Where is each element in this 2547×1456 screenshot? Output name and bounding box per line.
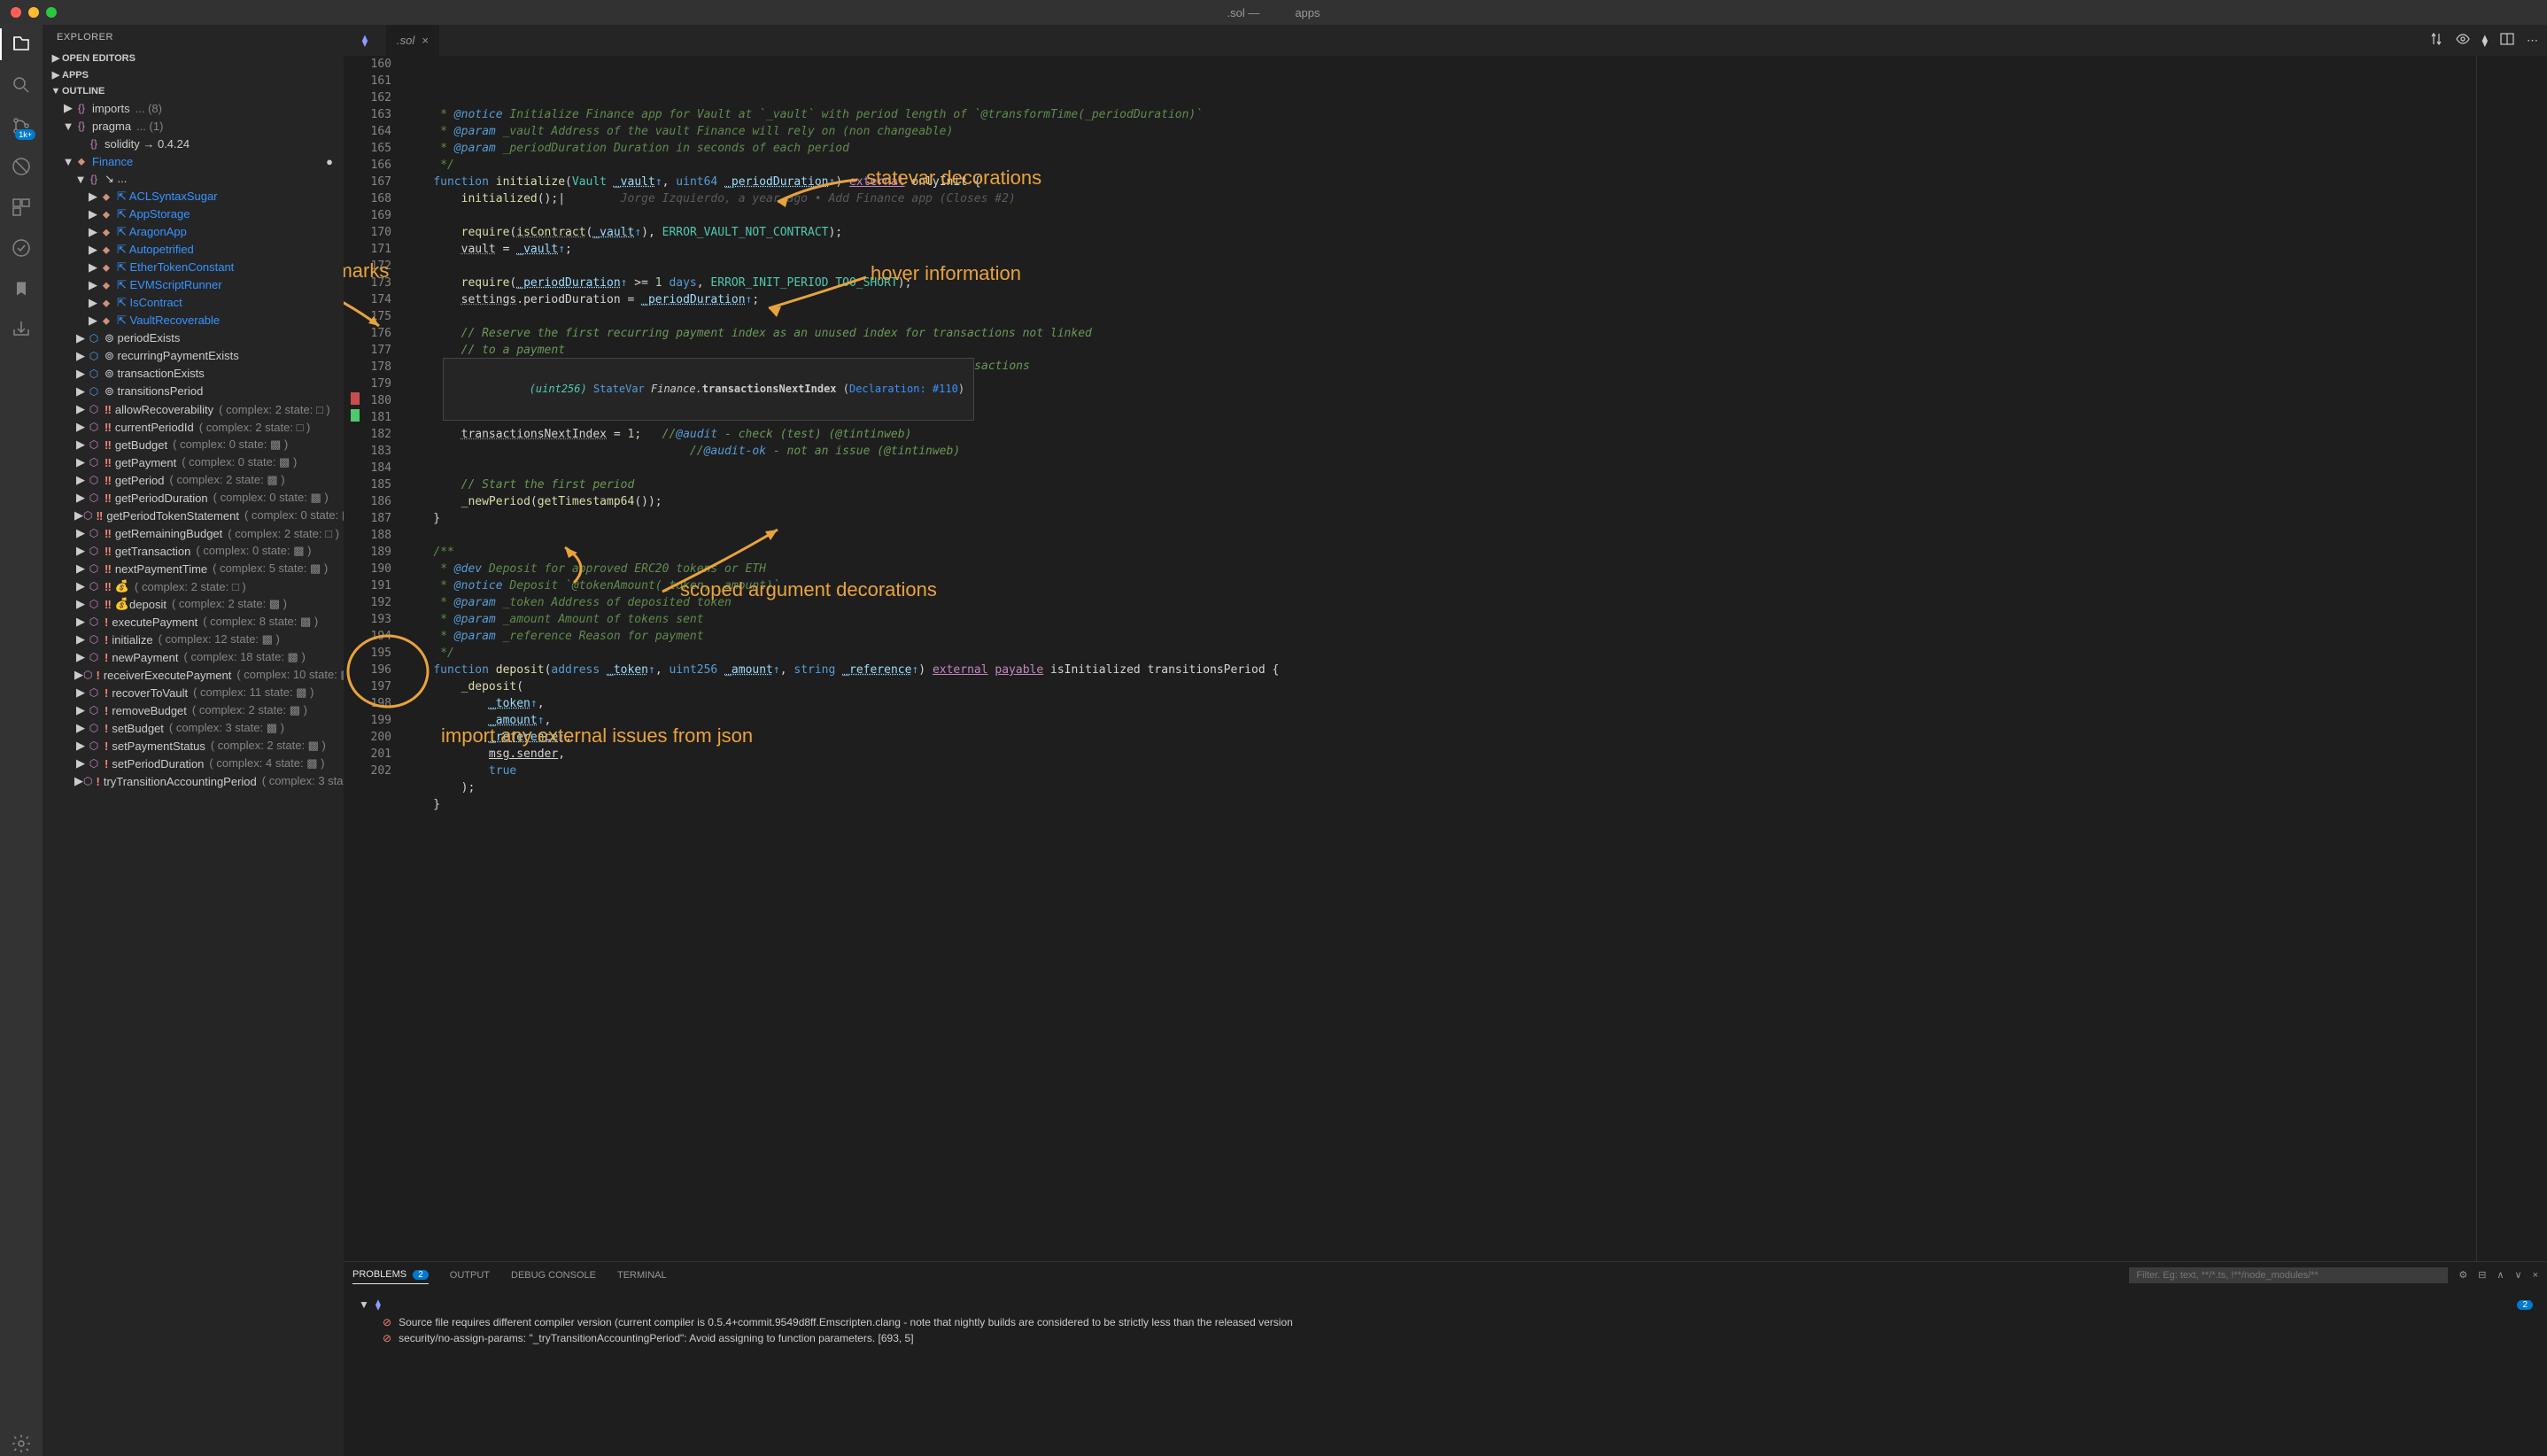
settings-gear-icon[interactable] bbox=[9, 1431, 34, 1456]
debug-icon[interactable] bbox=[9, 154, 34, 179]
outline-item[interactable]: ▶⬡‼getTransaction( complex: 0 state: ▩ ) bbox=[43, 542, 344, 560]
outline-item[interactable]: ▶⬥⇱ Autopetrified bbox=[43, 241, 344, 259]
problem-item[interactable]: ⊘Source file requires different compiler… bbox=[358, 1314, 2533, 1330]
outline-item[interactable]: ▶⬡!removeBudget( complex: 2 state: ▩ ) bbox=[43, 701, 344, 719]
outline-section[interactable]: ▼OUTLINE bbox=[43, 83, 344, 99]
close-panel-icon[interactable]: × bbox=[2533, 1270, 2538, 1281]
outline-item[interactable]: ▶⬡‼getPayment( complex: 0 state: ▩ ) bbox=[43, 453, 344, 471]
outline-item[interactable]: ▶⬡!executePayment( complex: 8 state: ▩ ) bbox=[43, 613, 344, 631]
outline-item[interactable]: ▶⬡‼getPeriodTokenStatement( complex: 0 s… bbox=[43, 507, 344, 524]
outline-item[interactable]: ▼⬥Finance● bbox=[43, 152, 344, 170]
outline-item[interactable]: ▶⬥⇱ AragonApp bbox=[43, 223, 344, 241]
more-icon[interactable]: ⋯ bbox=[2527, 34, 2538, 48]
extensions-icon[interactable] bbox=[9, 195, 34, 220]
tab-terminal[interactable]: TERMINAL bbox=[617, 1266, 667, 1284]
problem-item[interactable]: ⊘security/no-assign-params: "_tryTransit… bbox=[358, 1330, 2533, 1346]
outline-item[interactable]: ▼{}↘ ... bbox=[43, 170, 344, 188]
bookmarks-icon[interactable] bbox=[9, 276, 34, 301]
outline-item[interactable]: ▶⬡‼allowRecoverability( complex: 2 state… bbox=[43, 400, 344, 418]
outline-item[interactable]: ▶⬡⊚ periodExists bbox=[43, 329, 344, 347]
outline-item[interactable]: ▶⬡‼getRemainingBudget( complex: 2 state:… bbox=[43, 524, 344, 542]
source-control-icon[interactable]: 1k+ bbox=[9, 113, 34, 138]
test-icon[interactable] bbox=[9, 236, 34, 260]
outline-item[interactable]: ▶⬡!setBudget( complex: 3 state: ▩ ) bbox=[43, 719, 344, 737]
search-icon[interactable] bbox=[9, 73, 34, 97]
chevron-up-icon[interactable]: ∧ bbox=[2497, 1269, 2504, 1281]
editor-area: ⧫ .sol × ⧫ ⋯ 160161162163164165166167168… bbox=[344, 25, 2547, 1456]
gutter: 1601611621631641651661671681691701711721… bbox=[344, 56, 406, 1261]
apps-section[interactable]: ▶APPS bbox=[43, 66, 344, 83]
sidebar: EXPLORER ▶OPEN EDITORS ▶APPS ▼OUTLINE ▶{… bbox=[43, 25, 344, 1456]
sidebar-title: EXPLORER bbox=[43, 25, 344, 50]
outline-item[interactable]: ▶⬥⇱ IsContract bbox=[43, 294, 344, 312]
tab-sol[interactable]: .sol × bbox=[386, 25, 439, 56]
outline-item[interactable]: ▶⬡!newPayment( complex: 18 state: ▩ ) bbox=[43, 648, 344, 666]
outline-item[interactable]: ▶⬥⇱ EVMScriptRunner bbox=[43, 276, 344, 294]
outline-item[interactable]: ▶⬡!setPeriodDuration( complex: 4 state: … bbox=[43, 755, 344, 772]
minimize-window[interactable] bbox=[28, 7, 39, 18]
gear-icon[interactable]: ⚙ bbox=[2458, 1269, 2467, 1281]
outline-item[interactable]: ▶⬡!initialize( complex: 12 state: ▩ ) bbox=[43, 631, 344, 648]
split-icon[interactable] bbox=[2500, 32, 2514, 49]
outline-item[interactable]: ▶⬡⊚ transactionExists bbox=[43, 365, 344, 383]
problems-filter-input[interactable] bbox=[2129, 1267, 2448, 1283]
outline-item[interactable]: ▶⬡‼getPeriodDuration( complex: 0 state: … bbox=[43, 489, 344, 507]
maximize-window[interactable] bbox=[46, 7, 57, 18]
explorer-icon[interactable] bbox=[9, 32, 34, 57]
close-window[interactable] bbox=[11, 7, 21, 18]
hover-tooltip: (uint256) StateVar Finance.transactionsN… bbox=[443, 358, 974, 421]
outline-item[interactable]: ▶⬥⇱ VaultRecoverable bbox=[43, 312, 344, 329]
outline-item[interactable]: ▼{}pragma... (1) bbox=[43, 117, 344, 135]
tab-label: .sol bbox=[397, 34, 414, 47]
outline-item[interactable]: ▶⬡!recoverToVault( complex: 11 state: ▩ … bbox=[43, 684, 344, 701]
problems-panel: PROBLEMS 2 OUTPUT DEBUG CONSOLE TERMINAL… bbox=[344, 1261, 2547, 1456]
outline-item[interactable]: ▶⬡‼nextPaymentTime( complex: 5 state: ▩ … bbox=[43, 560, 344, 577]
window-title: .sol — apps bbox=[1227, 6, 1320, 19]
tab-bar: ⧫ .sol × ⧫ ⋯ bbox=[344, 25, 2547, 56]
traffic-lights bbox=[11, 7, 57, 18]
collapse-icon[interactable]: ⊟ bbox=[2478, 1269, 2486, 1281]
problem-file[interactable]: ▼⧫ 2 bbox=[358, 1295, 2533, 1314]
compare-icon[interactable] bbox=[2429, 32, 2443, 49]
close-icon[interactable]: × bbox=[422, 34, 429, 47]
outline-item[interactable]: ▶⬡‼💰 deposit( complex: 2 state: ▩ ) bbox=[43, 595, 344, 613]
tab-output[interactable]: OUTPUT bbox=[450, 1266, 490, 1284]
outline-item[interactable]: ▶⬥⇱ EtherTokenConstant bbox=[43, 259, 344, 276]
outline-item[interactable]: ▶⬡‼currentPeriodId( complex: 2 state: □ … bbox=[43, 418, 344, 436]
share-icon[interactable] bbox=[9, 317, 34, 342]
outline-item[interactable]: ▶⬡‼getPeriod( complex: 2 state: ▩ ) bbox=[43, 471, 344, 489]
outline-item[interactable]: ▶⬡⊚ transitionsPeriod bbox=[43, 383, 344, 400]
chevron-down-icon[interactable]: ∨ bbox=[2515, 1269, 2522, 1281]
tab-debug-console[interactable]: DEBUG CONSOLE bbox=[511, 1266, 596, 1284]
open-editors-section[interactable]: ▶OPEN EDITORS bbox=[43, 50, 344, 66]
outline-item[interactable]: {}solidity → 0.4.24 bbox=[43, 135, 344, 152]
outline-item[interactable]: ▶⬥⇱ ACLSyntaxSugar bbox=[43, 188, 344, 205]
minimap[interactable] bbox=[2476, 56, 2547, 1261]
outline-item[interactable]: ▶⬡⊚ recurringPaymentExists bbox=[43, 347, 344, 365]
outline-item[interactable]: ▶⬥⇱ AppStorage bbox=[43, 205, 344, 223]
diamond-icon[interactable]: ⧫ bbox=[2482, 34, 2488, 48]
outline-item[interactable]: ▶⬡‼💰 ( complex: 2 state: □ ) bbox=[43, 577, 344, 595]
titlebar: .sol — apps bbox=[0, 0, 2547, 25]
outline-item[interactable]: ▶⬡!receiverExecutePayment( complex: 10 s… bbox=[43, 666, 344, 684]
outline-item[interactable]: ▶⬡‼getBudget( complex: 0 state: ▩ ) bbox=[43, 436, 344, 453]
outline-item[interactable]: ▶{}imports... (8) bbox=[43, 99, 344, 117]
outline-item[interactable]: ▶⬡!tryTransitionAccountingPeriod( comple… bbox=[43, 772, 344, 790]
outline-item[interactable]: ▶⬡!setPaymentStatus( complex: 2 state: ▩… bbox=[43, 737, 344, 755]
tab-problems[interactable]: PROBLEMS 2 bbox=[352, 1266, 429, 1284]
activity-bar: 1k+ bbox=[0, 25, 43, 1456]
code-editor[interactable]: (uint256) StateVar Finance.transactionsN… bbox=[406, 56, 2476, 1261]
eth-icon: ⧫ bbox=[344, 25, 386, 56]
preview-icon[interactable] bbox=[2456, 32, 2470, 49]
